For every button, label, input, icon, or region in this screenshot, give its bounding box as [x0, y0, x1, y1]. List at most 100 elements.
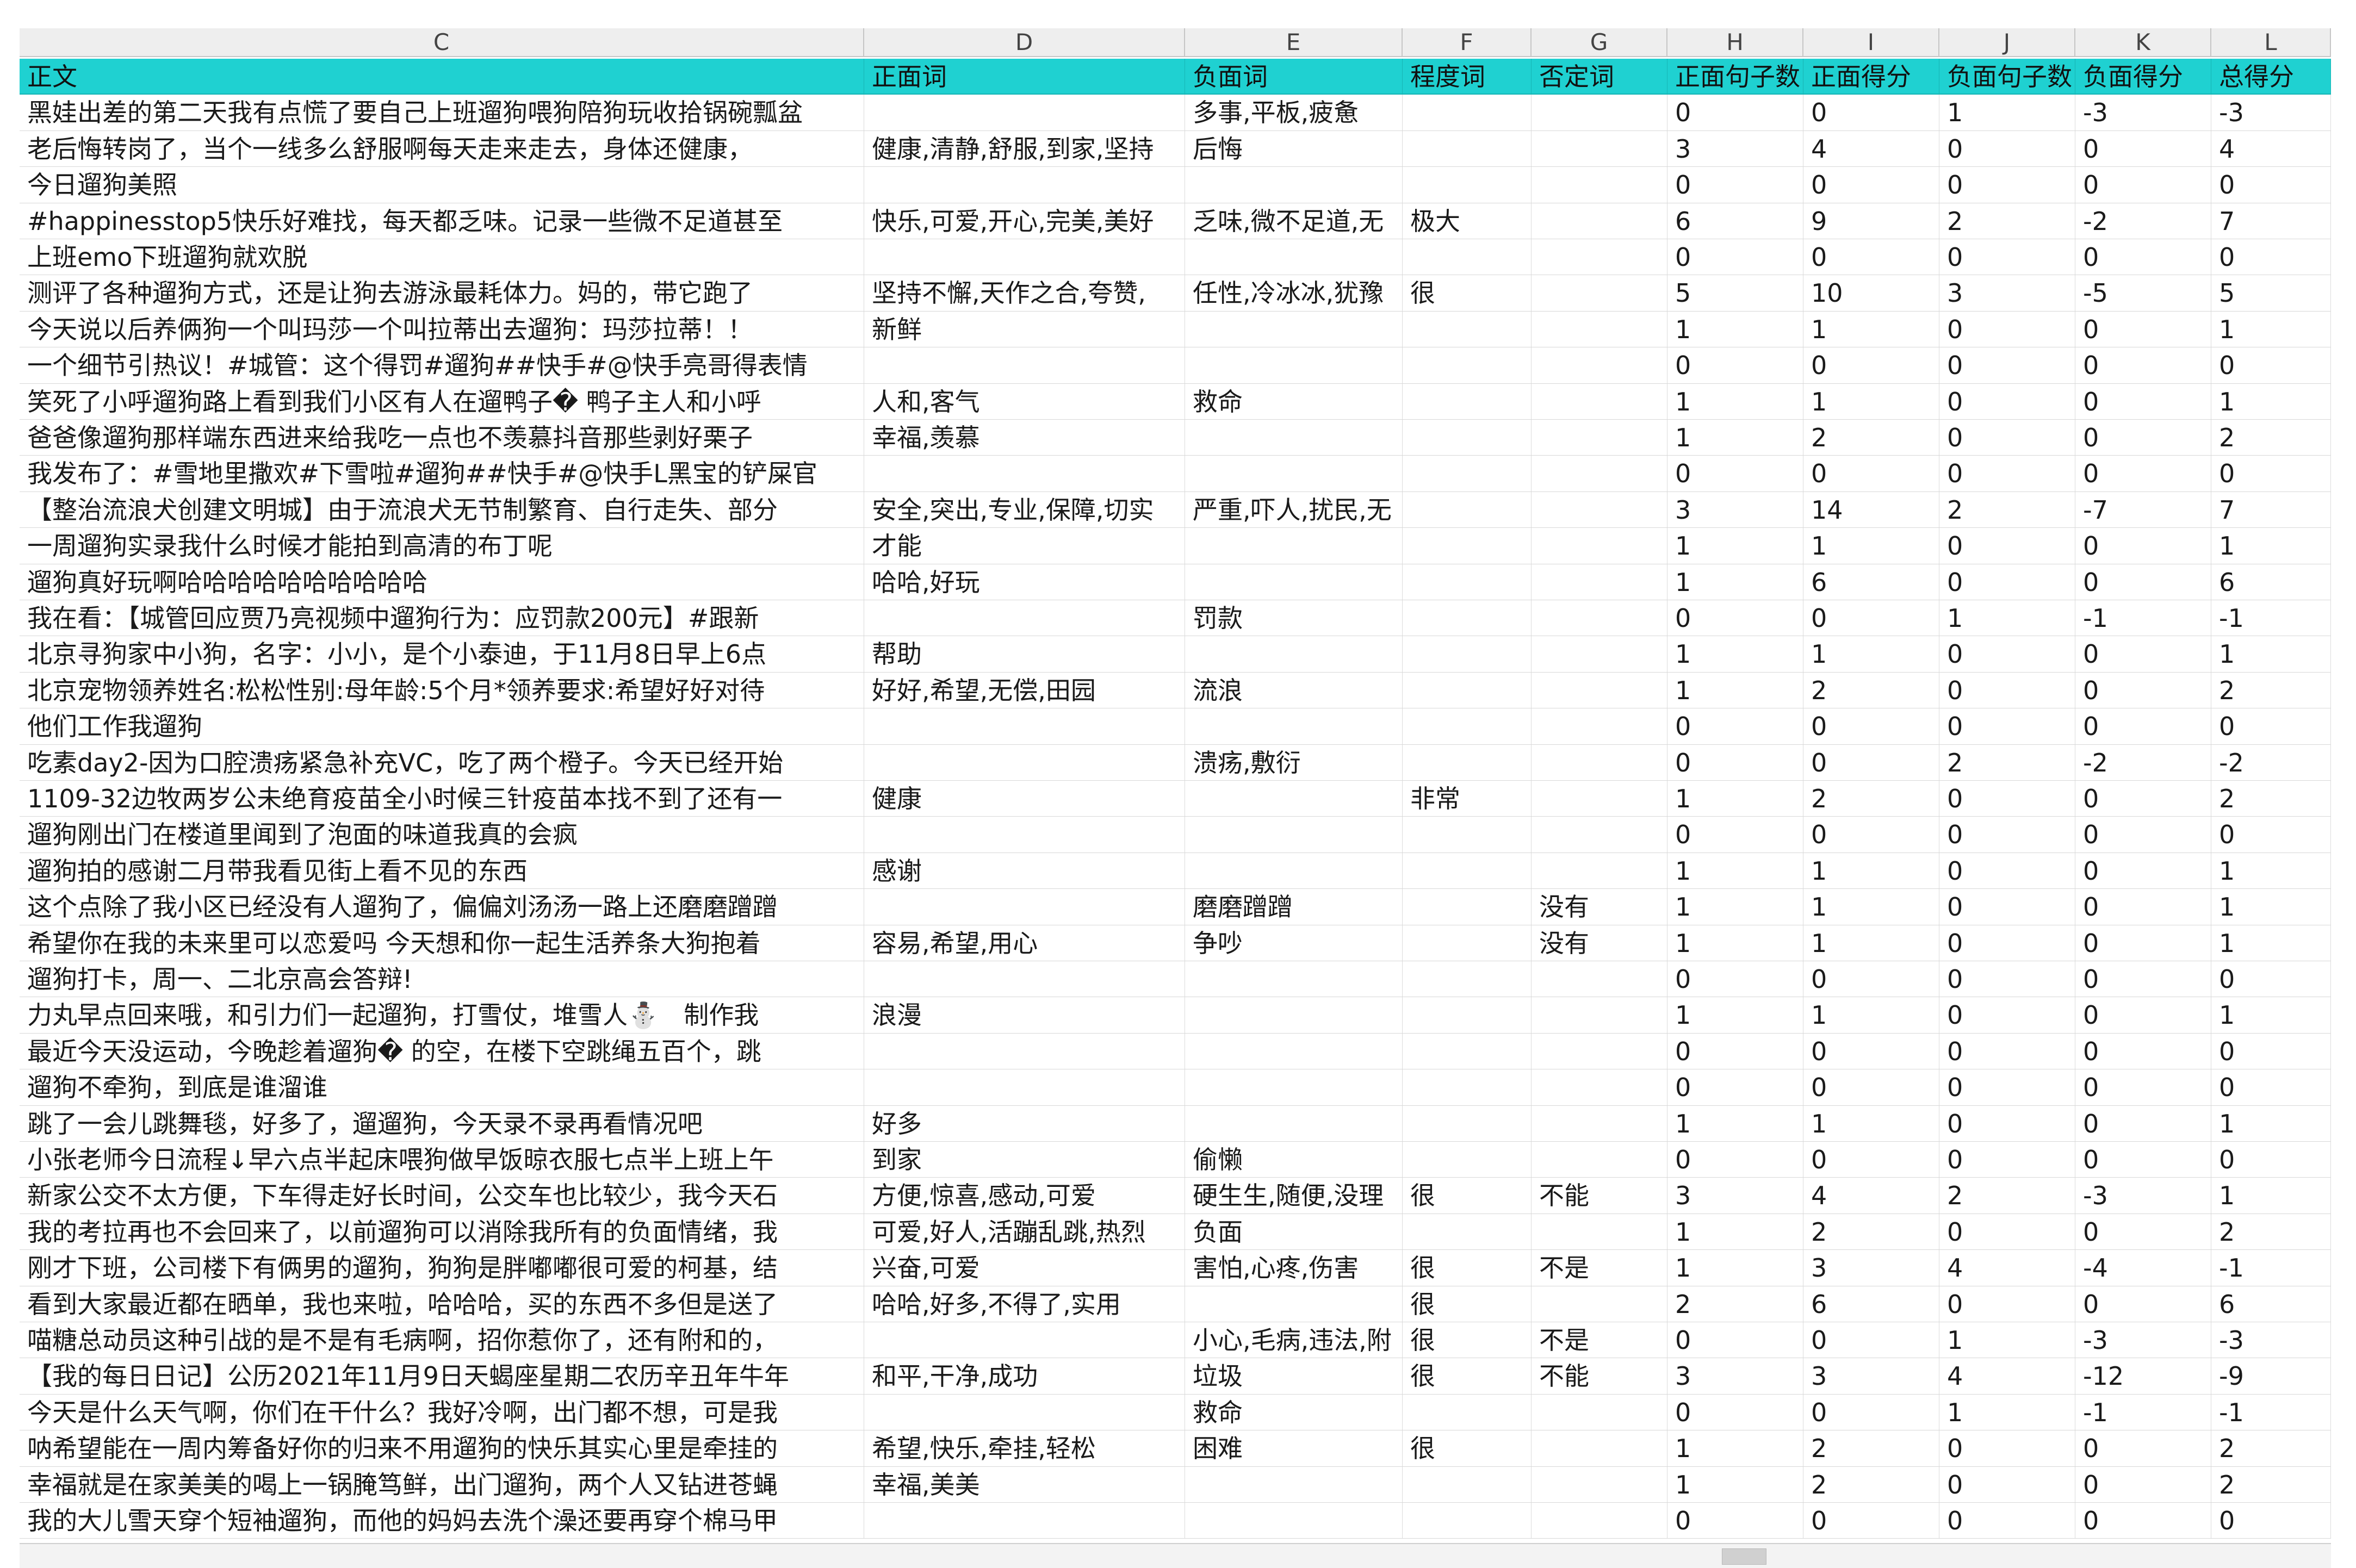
table-cell[interactable]: 0: [2075, 420, 2211, 456]
table-cell[interactable]: -1: [2075, 1394, 2211, 1430]
table-cell[interactable]: 0: [1803, 744, 1939, 780]
table-cell[interactable]: 爸爸像遛狗那样端东西进来给我吃一点也不羡慕抖音那些剥好栗子: [20, 420, 864, 456]
header-cell[interactable]: 负面词: [1185, 59, 1403, 94]
table-cell[interactable]: [1403, 383, 1532, 419]
table-cell[interactable]: 1: [1667, 925, 1803, 961]
table-cell[interactable]: 0: [2075, 1069, 2211, 1105]
table-cell[interactable]: 0: [2075, 1503, 2211, 1539]
table-cell[interactable]: 没有: [1532, 889, 1667, 925]
table-cell[interactable]: [1532, 1394, 1667, 1430]
table-cell[interactable]: 4: [1939, 1250, 2075, 1286]
table-cell[interactable]: 看到大家最近都在晒单，我也来啦，哈哈哈，买的东西不多但是送了: [20, 1286, 864, 1322]
table-cell[interactable]: [1403, 456, 1532, 491]
table-cell[interactable]: 救命: [1185, 1394, 1403, 1430]
header-cell[interactable]: 正面得分: [1803, 59, 1939, 94]
table-cell[interactable]: 0: [1939, 817, 2075, 853]
table-cell[interactable]: 这个点除了我小区已经没有人遛狗了，偏偏刘汤汤一路上还磨磨蹭蹭: [20, 889, 864, 925]
table-cell[interactable]: 6: [2211, 1286, 2331, 1322]
table-cell[interactable]: -2: [2075, 203, 2211, 239]
table-cell[interactable]: -5: [2075, 275, 2211, 311]
header-cell[interactable]: 程度词: [1403, 59, 1532, 94]
table-cell[interactable]: 0: [1939, 1142, 2075, 1178]
table-cell[interactable]: 1: [2211, 528, 2331, 564]
table-cell[interactable]: 0: [1803, 1033, 1939, 1069]
column-letter-h[interactable]: H: [1667, 28, 1803, 56]
table-cell[interactable]: 0: [1803, 1069, 1939, 1105]
table-cell[interactable]: 0: [1667, 961, 1803, 997]
table-cell[interactable]: 0: [1939, 636, 2075, 672]
table-cell[interactable]: 0: [1667, 1322, 1803, 1358]
table-cell[interactable]: 偷懒: [1185, 1142, 1403, 1178]
table-cell[interactable]: [1532, 817, 1667, 853]
column-letter-i[interactable]: I: [1803, 28, 1939, 56]
table-cell[interactable]: [1532, 167, 1667, 203]
table-cell[interactable]: [1185, 239, 1403, 275]
table-cell[interactable]: [864, 167, 1185, 203]
table-cell[interactable]: 1: [1803, 383, 1939, 419]
table-cell[interactable]: 感谢: [864, 853, 1185, 889]
table-cell[interactable]: 【我的每日日记】公历2021年11月9日天蝎座星期二农历辛丑年牛年: [20, 1358, 864, 1394]
table-cell[interactable]: [1403, 744, 1532, 780]
table-cell[interactable]: [1532, 997, 1667, 1033]
table-cell[interactable]: [1532, 130, 1667, 167]
table-cell[interactable]: 0: [2211, 456, 2331, 491]
table-cell[interactable]: -1: [2211, 600, 2331, 636]
table-cell[interactable]: 0: [2075, 239, 2211, 275]
table-cell[interactable]: 0: [2075, 1286, 2211, 1322]
table-cell[interactable]: 安全,突出,专业,保障,切实: [864, 491, 1185, 528]
table-cell[interactable]: 1: [1803, 528, 1939, 564]
table-cell[interactable]: 新家公交不太方便，下车得走好长时间，公交车也比较少，我今天石: [20, 1178, 864, 1214]
table-cell[interactable]: [864, 239, 1185, 275]
table-cell[interactable]: [1403, 239, 1532, 275]
table-cell[interactable]: 0: [2075, 347, 2211, 383]
table-cell[interactable]: [1185, 708, 1403, 744]
table-cell[interactable]: [1532, 275, 1667, 311]
table-cell[interactable]: 0: [2075, 781, 2211, 817]
table-cell[interactable]: [1185, 1286, 1403, 1322]
table-cell[interactable]: -2: [2211, 744, 2331, 780]
table-cell[interactable]: 1: [1667, 781, 1803, 817]
table-cell[interactable]: [1532, 95, 1667, 130]
table-cell[interactable]: 2: [2211, 781, 2331, 817]
table-cell[interactable]: 0: [2075, 130, 2211, 167]
table-cell[interactable]: [1532, 961, 1667, 997]
table-cell[interactable]: [1532, 528, 1667, 564]
table-cell[interactable]: -4: [2075, 1250, 2211, 1286]
table-cell[interactable]: 1: [1803, 636, 1939, 672]
table-cell[interactable]: 快乐,可爱,开心,完美,美好: [864, 203, 1185, 239]
table-cell[interactable]: 0: [1939, 383, 2075, 419]
table-cell[interactable]: 0: [1803, 817, 1939, 853]
table-cell[interactable]: 0: [2075, 311, 2211, 347]
table-cell[interactable]: 0: [2211, 1142, 2331, 1178]
table-cell[interactable]: [1403, 925, 1532, 961]
table-cell[interactable]: 0: [1803, 1142, 1939, 1178]
table-cell[interactable]: 0: [1803, 1394, 1939, 1430]
table-cell[interactable]: [1532, 672, 1667, 708]
table-cell[interactable]: 0: [2075, 167, 2211, 203]
table-cell[interactable]: 幸福,美美: [864, 1466, 1185, 1502]
table-cell[interactable]: [1403, 528, 1532, 564]
table-cell[interactable]: [1403, 130, 1532, 167]
table-cell[interactable]: 幸福就是在家美美的喝上一锅腌笃鲜，出门遛狗，两个人又钻进苍蝇: [20, 1466, 864, 1502]
table-cell[interactable]: 6: [1803, 564, 1939, 600]
header-cell[interactable]: 正面词: [864, 59, 1185, 94]
table-cell[interactable]: 6: [1803, 1286, 1939, 1322]
table-cell[interactable]: [1532, 636, 1667, 672]
table-cell[interactable]: 北京寻狗家中小狗，名字：小小，是个小泰迪，于11月8日早上6点: [20, 636, 864, 672]
table-cell[interactable]: 很: [1403, 1250, 1532, 1286]
table-cell[interactable]: 很: [1403, 1322, 1532, 1358]
table-cell[interactable]: 救命: [1185, 383, 1403, 419]
table-cell[interactable]: 最近今天没运动，今晚趁着遛狗� 的空，在楼下空跳绳五百个，跳: [20, 1033, 864, 1069]
table-cell[interactable]: [1532, 311, 1667, 347]
table-cell[interactable]: [1532, 1033, 1667, 1069]
table-cell[interactable]: 0: [1939, 961, 2075, 997]
table-cell[interactable]: [1185, 1033, 1403, 1069]
column-letter-f[interactable]: F: [1403, 28, 1532, 56]
table-cell[interactable]: 方便,惊喜,感动,可爱: [864, 1178, 1185, 1214]
table-cell[interactable]: 硬生生,随便,没理: [1185, 1178, 1403, 1214]
table-cell[interactable]: 和平,干净,成功: [864, 1358, 1185, 1394]
table-cell[interactable]: 测评了各种遛狗方式，还是让狗去游泳最耗体力。妈的，带它跑了: [20, 275, 864, 311]
table-cell[interactable]: 0: [1667, 456, 1803, 491]
table-cell[interactable]: 1: [1667, 1105, 1803, 1141]
table-cell[interactable]: 希望你在我的未来里可以恋爱吗 今天想和你一起生活养条大狗抱着: [20, 925, 864, 961]
